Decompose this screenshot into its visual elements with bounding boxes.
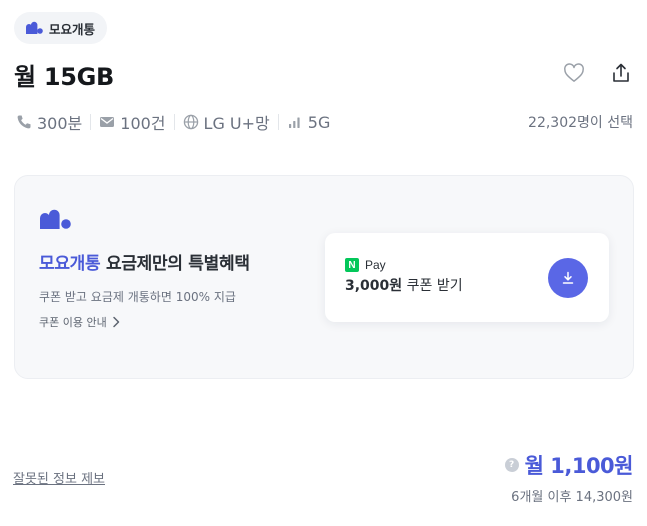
spec-sms-value: 100건 (120, 114, 166, 133)
plan-title: 월 15GB (14, 63, 115, 91)
price-after-promo: 6개월 이후 14,300원 (511, 490, 633, 505)
spec-divider (173, 114, 175, 130)
phone-icon (17, 115, 31, 129)
npay-badge: N Pay (345, 258, 386, 272)
like-button[interactable] (561, 60, 587, 86)
coupon-download-button[interactable] (548, 258, 588, 298)
heart-icon (564, 63, 584, 82)
npay-label: Pay (365, 258, 386, 272)
promo-headline: 모요개통 요금제만의 특별혜택 (39, 249, 250, 274)
spec-generation-value: 5G (307, 112, 331, 132)
spec-network-value: LG U+망 (203, 114, 270, 133)
selected-count: 22,302명이 선택 (528, 115, 633, 131)
promo-description: 쿠폰 받고 요금제 개통하면 100% 지급 (39, 290, 236, 304)
signal-icon (288, 117, 300, 128)
report-error-link[interactable]: 잘못된 정보 제보 (13, 468, 105, 487)
coupon-amount: 3,000원 (345, 278, 403, 294)
spec-sms: 100건 (99, 110, 166, 134)
promo-headline-brand: 모요개통 (39, 254, 101, 274)
share-icon (613, 63, 629, 82)
spec-voice-value: 300분 (37, 114, 83, 133)
spec-divider (90, 114, 92, 130)
mail-icon (100, 117, 115, 127)
monthly-price: 월 1,100원 (524, 454, 634, 478)
chevron-right-icon (112, 316, 119, 328)
coupon-title: 3,000원 쿠폰 받기 (345, 275, 463, 295)
coupon-card[interactable]: N Pay 3,000원 쿠폰 받기 (325, 233, 609, 322)
plan-specs: 300분 100건 LG U+망 5G (16, 110, 330, 134)
price-row: ? 월 1,100원 (504, 450, 634, 480)
coupon-label: 쿠폰 받기 (402, 278, 463, 294)
globe-icon (183, 114, 198, 130)
promo-headline-text: 요금제만의 특별혜택 (100, 254, 250, 274)
moyo-logo-icon (40, 209, 71, 229)
spec-network: LG U+망 (183, 110, 270, 134)
download-icon (562, 271, 574, 284)
naver-n-icon: N (345, 258, 359, 272)
brand-name: 모요개통 (49, 21, 96, 37)
spec-voice: 300분 (16, 110, 82, 134)
promo-banner: 모요개통 요금제만의 특별혜택 쿠폰 받고 요금제 개통하면 100% 지급 쿠… (14, 175, 634, 379)
share-button[interactable] (608, 60, 634, 86)
coupon-guide-link[interactable]: 쿠폰 이용 안내 (39, 314, 121, 330)
coupon-guide-label: 쿠폰 이용 안내 (39, 316, 107, 329)
brand-chip: 모요개통 (14, 12, 108, 44)
spec-generation: 5G (287, 112, 331, 132)
spec-divider (277, 114, 279, 130)
moyo-logo-icon (26, 21, 43, 34)
help-icon[interactable]: ? (504, 458, 519, 472)
